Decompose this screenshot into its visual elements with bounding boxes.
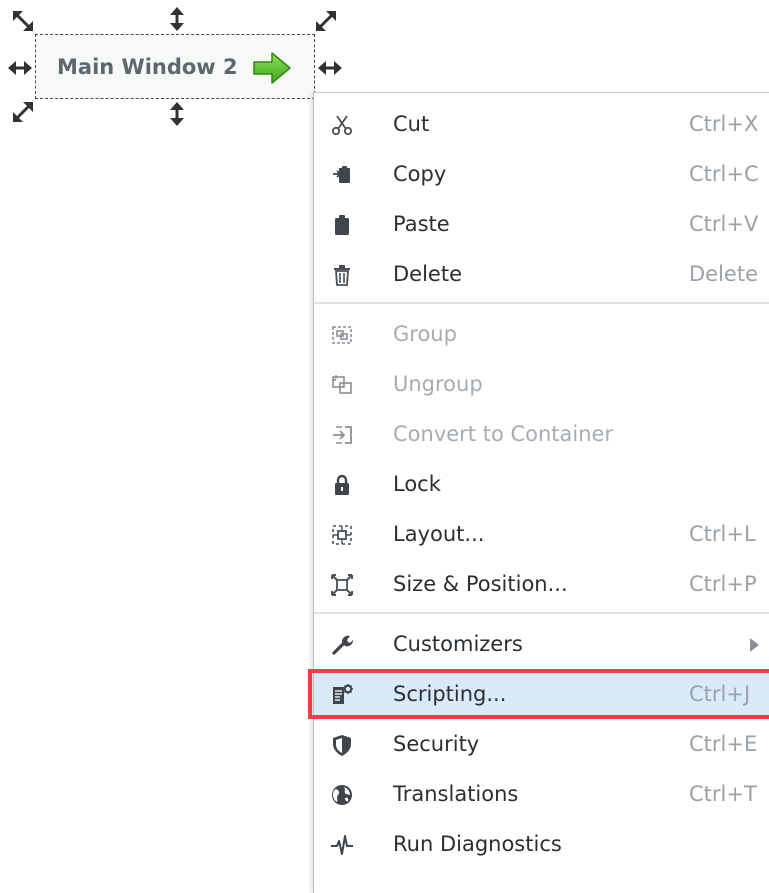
resize-w-icon[interactable] <box>7 55 33 81</box>
menu-item-label: Size & Position... <box>393 572 568 596</box>
lock-icon <box>330 473 354 497</box>
menu-item-shortcut: Ctrl+T <box>689 782 757 806</box>
menu-item-translations[interactable]: Translations Ctrl+T <box>314 769 769 819</box>
ungroup-icon <box>330 373 354 397</box>
menu-item-label: Cut <box>393 112 430 136</box>
menu-item-shortcut: Ctrl+V <box>689 212 759 236</box>
layout-icon <box>330 523 354 547</box>
menu-item-customizers[interactable]: Customizers <box>314 619 769 669</box>
menu-item-layout[interactable]: Layout... Ctrl+L <box>314 509 769 559</box>
menu-item-label: Copy <box>393 162 447 186</box>
menu-item-run-diagnostics[interactable]: Run Diagnostics <box>314 819 769 869</box>
menu-item-label: Translations <box>393 782 519 806</box>
menu-item-label: Layout... <box>393 522 485 546</box>
convert-container-icon <box>330 423 354 447</box>
globe-icon <box>330 783 354 807</box>
menu-item-shortcut: Ctrl+L <box>689 522 756 546</box>
menu-item-paste[interactable]: Paste Ctrl+V <box>314 199 769 249</box>
resize-ne-icon[interactable] <box>313 8 339 34</box>
menu-item-label: Convert to Container <box>393 422 614 446</box>
menu-item-shortcut: Ctrl+X <box>689 112 759 136</box>
wrench-icon <box>330 633 354 657</box>
menu-item-convert-to-container[interactable]: Convert to Container <box>314 409 769 459</box>
copy-icon <box>330 163 354 187</box>
resize-nw-icon[interactable] <box>10 8 36 34</box>
menu-separator <box>314 612 769 614</box>
menu-item-ungroup[interactable]: Ungroup <box>314 359 769 409</box>
submenu-arrow-icon <box>750 638 759 652</box>
menu-item-shortcut: Ctrl+C <box>689 162 759 186</box>
scissors-icon <box>330 113 354 137</box>
selected-component[interactable]: Main Window 2 <box>35 34 315 99</box>
trash-icon <box>330 263 354 287</box>
menu-item-label: Lock <box>393 472 441 496</box>
component-label: Main Window 2 <box>57 55 238 79</box>
resize-n-icon[interactable] <box>164 6 190 32</box>
menu-separator <box>314 302 769 304</box>
menu-item-shortcut: Ctrl+J <box>689 682 751 706</box>
scripting-icon <box>330 683 354 707</box>
pulse-icon <box>330 833 354 857</box>
menu-item-copy[interactable]: Copy Ctrl+C <box>314 149 769 199</box>
menu-item-shortcut: Ctrl+E <box>689 732 758 756</box>
menu-item-lock[interactable]: Lock <box>314 459 769 509</box>
menu-item-group[interactable]: Group <box>314 309 769 359</box>
menu-item-delete[interactable]: Delete Delete <box>314 249 769 299</box>
clipboard-icon <box>330 213 354 237</box>
menu-item-label: Scripting... <box>393 682 507 706</box>
green-right-arrow-icon <box>252 51 292 85</box>
menu-item-shortcut: Ctrl+P <box>689 572 757 596</box>
resize-sw-icon[interactable] <box>10 99 36 125</box>
size-position-icon <box>330 573 354 597</box>
menu-item-label: Ungroup <box>393 372 483 396</box>
menu-item-label: Customizers <box>393 632 523 656</box>
menu-item-label: Delete <box>393 262 462 286</box>
resize-s-icon[interactable] <box>164 101 190 127</box>
context-menu: Cut Ctrl+X Copy Ctrl+C Paste Ctrl+V Dele… <box>308 92 769 893</box>
menu-item-label: Paste <box>393 212 450 236</box>
shield-icon <box>330 733 354 757</box>
menu-item-shortcut: Delete <box>689 262 758 286</box>
menu-item-security[interactable]: Security Ctrl+E <box>314 719 769 769</box>
menu-item-label: Group <box>393 322 457 346</box>
resize-e-icon[interactable] <box>317 55 343 81</box>
menu-item-scripting[interactable]: Scripting... Ctrl+J <box>308 669 769 719</box>
menu-item-cut[interactable]: Cut Ctrl+X <box>314 99 769 149</box>
group-icon <box>330 323 354 347</box>
menu-item-label: Security <box>393 732 480 756</box>
menu-item-size-position[interactable]: Size & Position... Ctrl+P <box>314 559 769 609</box>
menu-item-label: Run Diagnostics <box>393 832 562 856</box>
